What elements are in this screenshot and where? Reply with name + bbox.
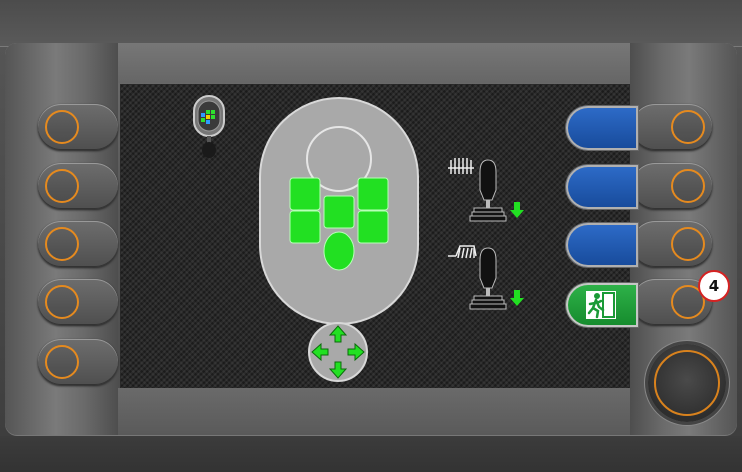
section-top-right[interactable] [357,177,389,211]
left-softkey-1[interactable] [38,104,118,150]
callout-badge: 4 [698,270,730,302]
function-button-1[interactable] [566,106,638,150]
softkey-ring-icon [671,110,705,144]
left-softkey-2[interactable] [38,163,118,209]
knob-ring-icon [654,350,720,416]
left-softkey-5[interactable] [38,339,118,385]
section-center[interactable] [323,195,355,229]
section-bottom-right[interactable] [357,210,389,244]
left-softkey-4[interactable] [38,279,118,325]
screen-bottom-frame [118,388,630,435]
section-bottom-left[interactable] [289,210,321,244]
rake-joystick-down-icon [448,158,524,222]
bottom-bezel [0,436,742,472]
function-button-3[interactable] [566,223,638,267]
joystick-mode-switch-icon[interactable] [192,94,226,160]
softkey-ring-icon [671,227,705,261]
softkey-ring-icon [671,169,705,203]
rotary-encoder-knob[interactable] [648,344,726,422]
screen-top-frame [118,43,630,83]
emergency-exit-icon [586,291,616,319]
softkey-ring-icon [45,285,79,319]
brush-joystick-down-icon [448,245,524,310]
softkey-ring-icon [45,227,79,261]
section-top-left[interactable] [289,177,321,211]
section-tail[interactable] [323,231,355,271]
right-softkey-1[interactable] [632,104,712,150]
exit-button[interactable] [566,283,638,327]
right-softkey-2[interactable] [632,163,712,209]
softkey-ring-icon [45,169,79,203]
softkey-ring-icon [45,345,79,379]
left-softkey-3[interactable] [38,221,118,267]
softkey-ring-icon [45,110,79,144]
head-section-selector-icon [259,97,419,325]
right-softkey-3[interactable] [632,221,712,267]
function-button-2[interactable] [566,165,638,209]
four-direction-arrows-icon[interactable] [307,321,369,383]
top-bezel [0,0,742,47]
